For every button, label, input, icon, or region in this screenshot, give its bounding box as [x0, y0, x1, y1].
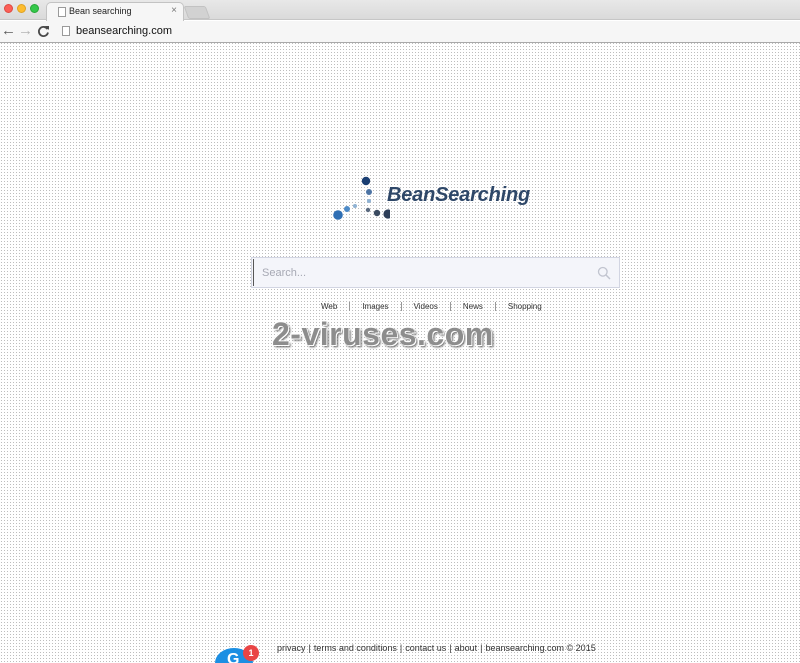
tab-close-icon[interactable]: × — [171, 5, 177, 16]
search-box — [251, 257, 620, 288]
footer-separator: | — [449, 643, 452, 653]
page-favicon-icon — [58, 7, 66, 17]
footer-link-about[interactable]: about — [455, 643, 478, 653]
footer-links: privacy | terms and conditions | contact… — [277, 643, 596, 653]
footer-separator: | — [399, 643, 403, 653]
watermark-text: 2-viruses.com — [272, 316, 494, 352]
beansearching-logo[interactable]: BeanSearching — [330, 176, 550, 224]
tab-images[interactable]: Images — [349, 301, 400, 311]
tab-shopping[interactable]: Shopping — [494, 301, 554, 311]
search-category-tabs: Web Images Videos News Shopping — [305, 300, 554, 312]
footer-link-contact[interactable]: contact us — [405, 643, 446, 653]
footer-link-terms[interactable]: terms and conditions — [314, 643, 397, 653]
browser-tab[interactable]: Bean searching × — [46, 2, 184, 21]
notification-badge: 1 — [243, 645, 259, 661]
bean-dots-logo-icon — [333, 176, 390, 220]
tab-news[interactable]: News — [449, 301, 495, 311]
tab-title: Bean searching — [69, 6, 132, 16]
address-bar[interactable]: beansearching.com — [76, 25, 172, 37]
close-window-button[interactable] — [4, 4, 13, 13]
new-tab-button[interactable] — [183, 6, 211, 19]
footer-separator: | — [308, 643, 311, 653]
tab-web[interactable]: Web — [305, 302, 349, 311]
url-page-icon — [62, 26, 70, 36]
maximize-window-button[interactable] — [30, 4, 39, 13]
browser-toolbar: ← → beansearching.com — [0, 21, 800, 43]
back-arrow-icon[interactable]: ← — [1, 22, 16, 40]
tab-videos[interactable]: Videos — [400, 301, 450, 311]
search-input[interactable] — [253, 259, 589, 286]
reload-icon[interactable] — [37, 22, 50, 42]
chat-widget-letter: G — [227, 651, 240, 663]
footer-copyright: beansearching.com © 2015 — [485, 643, 596, 653]
footer-separator: | — [480, 643, 483, 653]
window-titlebar: Bean searching × — [0, 0, 800, 21]
logo-text: BeanSearching — [387, 184, 531, 206]
minimize-window-button[interactable] — [17, 4, 26, 13]
search-icon[interactable] — [597, 266, 611, 280]
footer-link-privacy[interactable]: privacy — [277, 643, 306, 653]
forward-arrow-icon[interactable]: → — [18, 22, 33, 40]
